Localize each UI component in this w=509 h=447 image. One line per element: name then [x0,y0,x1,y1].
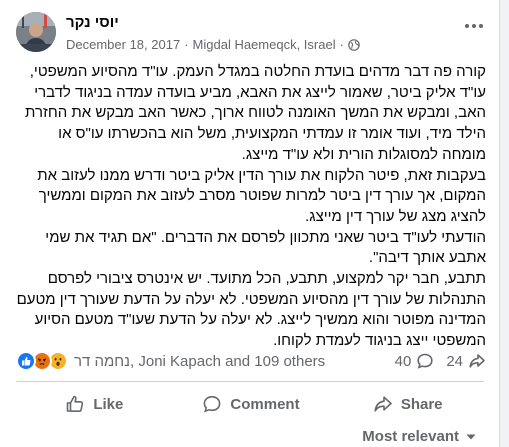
share-icon [374,396,392,412]
action-bar: Like Comment Share [16,385,486,423]
comment-bubble-icon [417,353,433,369]
reactions-row: נחמה דר, Joni Kapach and 109 others 40 2… [16,350,486,372]
reactor-name: נחמה דר [74,352,131,370]
page-background [500,0,509,447]
post-card: יוסי נקר December 18, 2017 · Migdal Haem… [0,0,500,447]
divider [16,381,484,382]
sort-label: Most relevant [362,428,459,445]
like-button-label: Like [93,395,124,413]
comment-sort-dropdown[interactable]: Most relevant [362,428,477,445]
share-arrow-icon [469,354,485,368]
comments-count-value: 40 [394,352,412,370]
shares-count-value: 24 [446,352,463,370]
post-location[interactable]: Migdal Haemeqck, Israel [193,37,336,52]
author-name[interactable]: יוסי נקר [66,14,119,31]
post-paragraph: בעקבות זאת, פיטר הלקוח את עורך הדין אליק… [37,166,486,225]
post-paragraph: תתבע, חבר יקר למקצוע, תתבע, הכל מתועד. י… [16,270,486,350]
post-meta: December 18, 2017 · Migdal Haemeqck, Isr… [66,37,360,52]
reactor-others: , Joni Kapach and 109 others [130,352,326,370]
shares-count[interactable]: 24 [446,352,486,370]
share-button[interactable]: Share [329,386,486,422]
comments-count[interactable]: 40 [395,352,435,370]
more-options-button[interactable] [462,14,486,38]
avatar[interactable] [16,12,56,52]
ellipsis-icon [465,24,483,28]
share-button-label: Share [400,395,443,413]
meta-separator-2: · [339,37,344,52]
post-paragraph: קורה פה דבר מדהים בועדת החלטה במגדל העמק… [25,63,486,163]
comment-button-label: Comment [230,395,300,413]
meta-separator: · [184,37,189,52]
engagement-counts: 40 24 [395,352,486,370]
like-button[interactable]: Like [16,386,173,422]
globe-icon[interactable] [348,38,360,51]
thumbs-up-icon [67,395,84,412]
reaction-icons[interactable] [16,351,68,371]
comment-icon [204,395,221,413]
post-header: יוסי נקר December 18, 2017 · Migdal Haem… [16,12,486,56]
reaction-names[interactable]: נחמה דר, Joni Kapach and 109 others [74,353,325,370]
like-icon [16,351,36,371]
post-date[interactable]: December 18, 2017 [66,37,180,52]
post-text: קורה פה דבר מדהים בועדת החלטה במגדל העמק… [16,62,486,352]
comment-button[interactable]: Comment [173,386,330,422]
caret-down-icon [466,434,476,439]
post-paragraph: הודעתי לעו"ד ביטר שאני מתכוון לפרסם את ה… [45,228,486,267]
